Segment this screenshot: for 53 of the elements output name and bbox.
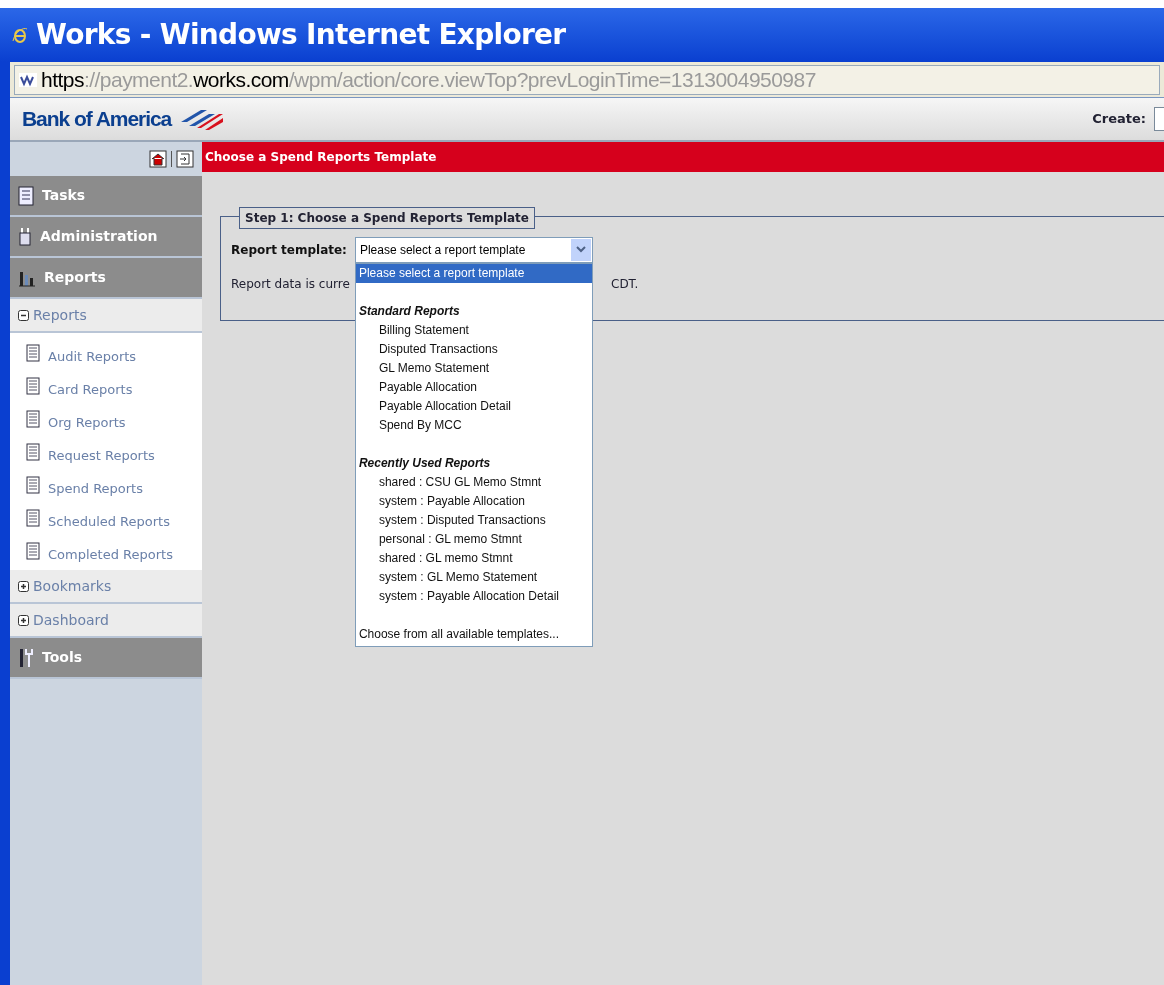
dropdown-option[interactable]: system : Payable Allocation bbox=[355, 492, 592, 511]
expand-icon bbox=[18, 614, 29, 626]
window-title: Works - Windows Internet Explorer bbox=[36, 17, 566, 53]
sidebar-link[interactable]: Audit Reports bbox=[48, 346, 137, 367]
document-icon bbox=[26, 343, 40, 362]
expand-icon bbox=[18, 580, 29, 592]
create-label: Create: bbox=[1092, 110, 1146, 129]
dropdown-option[interactable]: Billing Statement bbox=[355, 321, 592, 340]
data-note-text: Report data is curre bbox=[231, 276, 351, 293]
sidebar-link[interactable]: Request Reports bbox=[48, 445, 155, 466]
collapse-icon bbox=[18, 309, 29, 321]
dropdown-option[interactable]: Choose from all available templates... bbox=[355, 625, 592, 644]
page-title: Choose a Spend Reports Template bbox=[205, 149, 437, 166]
document-icon bbox=[26, 442, 40, 461]
document-icon bbox=[26, 541, 40, 560]
dropdown-option[interactable]: system : GL Memo Statement bbox=[355, 568, 592, 587]
home-icon[interactable] bbox=[149, 150, 167, 168]
field-label: Report template: bbox=[231, 242, 347, 259]
exit-icon[interactable] bbox=[176, 150, 194, 168]
document-icon bbox=[26, 409, 40, 428]
option-group-heading: Recently Used Reports bbox=[357, 455, 492, 472]
report-template-select[interactable]: Please select a report template bbox=[354, 237, 593, 263]
address-field[interactable]: https://payment2.works.com/wpm/action/core.viewTop?prevLoginTime=1313004950987 bbox=[14, 64, 1160, 95]
sidebar-link[interactable]: Org Reports bbox=[48, 412, 126, 433]
step-legend: Step 1: Choose a Spend Reports Template bbox=[239, 207, 535, 229]
dropdown-option[interactable]: Payable Allocation Detail bbox=[355, 397, 592, 416]
dropdown-option[interactable]: shared : GL memo Stmnt bbox=[355, 549, 592, 568]
dropdown-option[interactable]: Disputed Transactions bbox=[355, 340, 592, 359]
sidebar-link[interactable]: Spend Reports bbox=[48, 478, 143, 499]
tools-icon bbox=[18, 647, 34, 668]
dropdown-option[interactable]: shared : CSU GL Memo Stmnt bbox=[355, 473, 592, 492]
document-icon bbox=[26, 508, 40, 527]
dropdown-option[interactable]: personal : GL memo Stmnt bbox=[355, 530, 592, 549]
site-icon bbox=[19, 72, 37, 87]
logo-text: Bank of America bbox=[22, 106, 172, 133]
list-icon bbox=[18, 185, 34, 206]
sidebar-link[interactable]: Scheduled Reports bbox=[48, 511, 170, 532]
sidebar-link[interactable]: Completed Reports bbox=[48, 544, 173, 565]
dropdown-option[interactable]: GL Memo Statement bbox=[355, 359, 592, 378]
dropdown-option[interactable]: Please select a report template bbox=[355, 264, 592, 283]
plug-icon bbox=[18, 226, 32, 247]
browser-icon bbox=[12, 26, 28, 44]
create-field[interactable] bbox=[1154, 107, 1164, 131]
dropdown-option[interactable]: system : Disputed Transactions bbox=[355, 511, 592, 530]
dropdown-option[interactable]: system : Payable Allocation Detail bbox=[355, 587, 592, 606]
data-note-text: CDT. bbox=[611, 276, 639, 293]
dropdown-option[interactable]: Spend By MCC bbox=[355, 416, 592, 435]
document-icon bbox=[26, 475, 40, 494]
option-group-heading: Standard Reports bbox=[357, 303, 461, 320]
document-icon bbox=[26, 376, 40, 395]
flag-logo-icon bbox=[179, 108, 226, 130]
dropdown-option[interactable]: Payable Allocation bbox=[355, 378, 592, 397]
sidebar-link[interactable]: Card Reports bbox=[48, 379, 133, 400]
